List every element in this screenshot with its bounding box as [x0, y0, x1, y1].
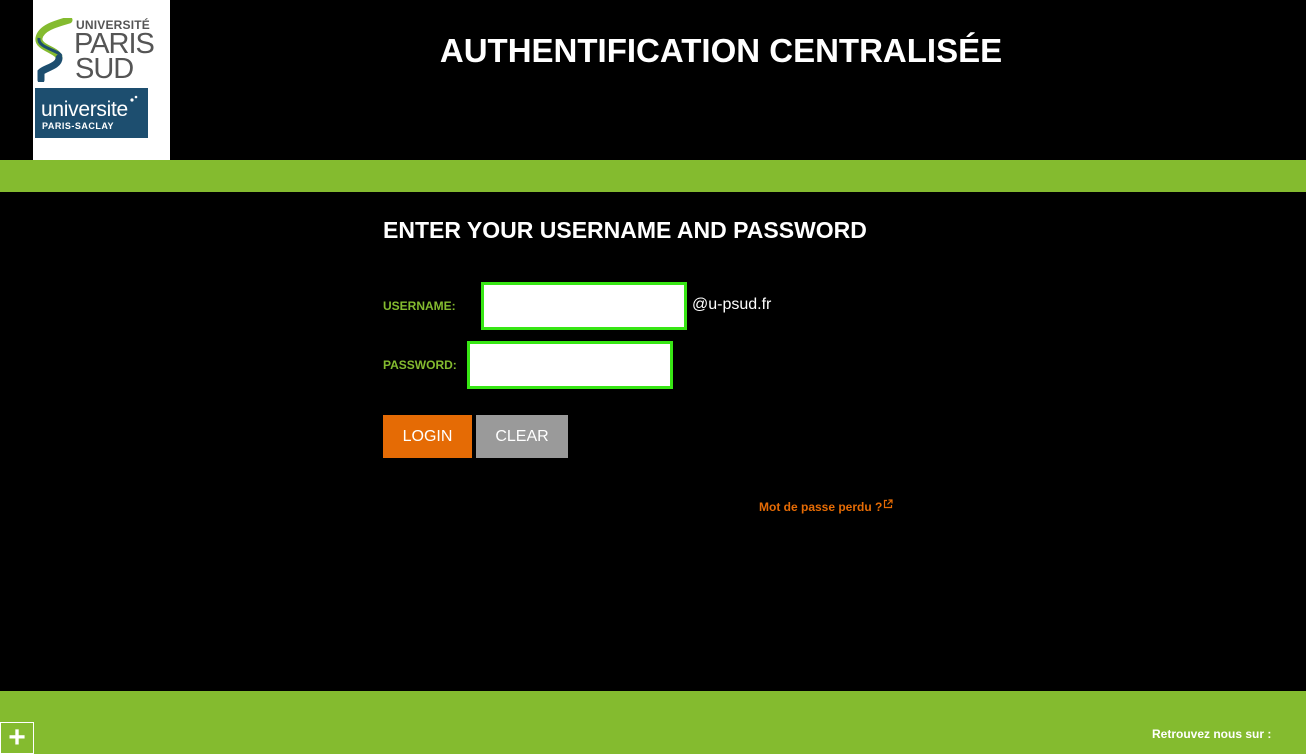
paris-sud-s-emblem-icon — [35, 18, 73, 82]
page-title: AUTHENTIFICATION CENTRALISÉE — [439, 32, 1003, 69]
username-domain-suffix: @u-psud.fr — [692, 296, 772, 313]
paris-saclay-logo: universite PARIS-SACLAY — [35, 88, 148, 138]
external-link-icon — [884, 499, 893, 509]
login-button[interactable]: LOGIN — [383, 415, 472, 458]
password-input[interactable] — [467, 341, 673, 389]
header-green-band — [0, 160, 1306, 192]
logo-sud-text: SUD — [75, 53, 134, 85]
logo-saclay-main-text: universite — [41, 98, 128, 121]
lost-password-text: Mot de passe perdu ? — [759, 500, 883, 514]
login-form-heading: ENTER YOUR USERNAME AND PASSWORD — [383, 217, 867, 243]
saclay-dots-icon — [130, 95, 138, 102]
password-label: PASSWORD: — [383, 358, 457, 372]
username-input[interactable] — [481, 282, 687, 330]
expand-button[interactable]: + — [0, 722, 34, 754]
logo-saclay-sub-text: PARIS-SACLAY — [42, 121, 115, 131]
follow-us-text: Retrouvez nous sur : — [1152, 727, 1272, 741]
plus-icon: + — [8, 721, 26, 754]
paris-sud-logo: UNIVERSITÉ PARIS SUD — [35, 18, 155, 85]
university-logo[interactable]: UNIVERSITÉ PARIS SUD universite PARIS-SA… — [33, 0, 170, 160]
clear-button[interactable]: CLEAR — [476, 415, 568, 458]
page-root: UNIVERSITÉ PARIS SUD universite PARIS-SA… — [0, 0, 1306, 754]
lost-password-link[interactable]: Mot de passe perdu ? — [759, 499, 893, 515]
footer-band — [0, 691, 1306, 754]
username-label: USERNAME: — [383, 299, 456, 313]
